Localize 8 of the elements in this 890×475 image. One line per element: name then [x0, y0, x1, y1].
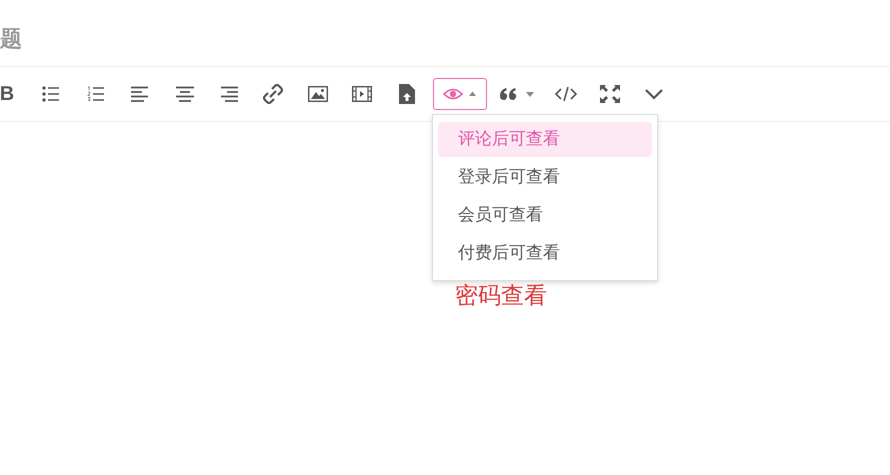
menu-item[interactable]: 付费后可查看 — [438, 236, 652, 271]
quote-icon — [500, 87, 536, 101]
menu-item[interactable]: 登录后可查看 — [438, 160, 652, 195]
eye-icon — [442, 86, 477, 102]
visibility-button[interactable] — [432, 78, 487, 110]
annotation-text: 密码查看 — [455, 282, 547, 311]
menu-item[interactable]: 会员可查看 — [438, 198, 652, 233]
bold-button[interactable]: B — [0, 78, 25, 110]
